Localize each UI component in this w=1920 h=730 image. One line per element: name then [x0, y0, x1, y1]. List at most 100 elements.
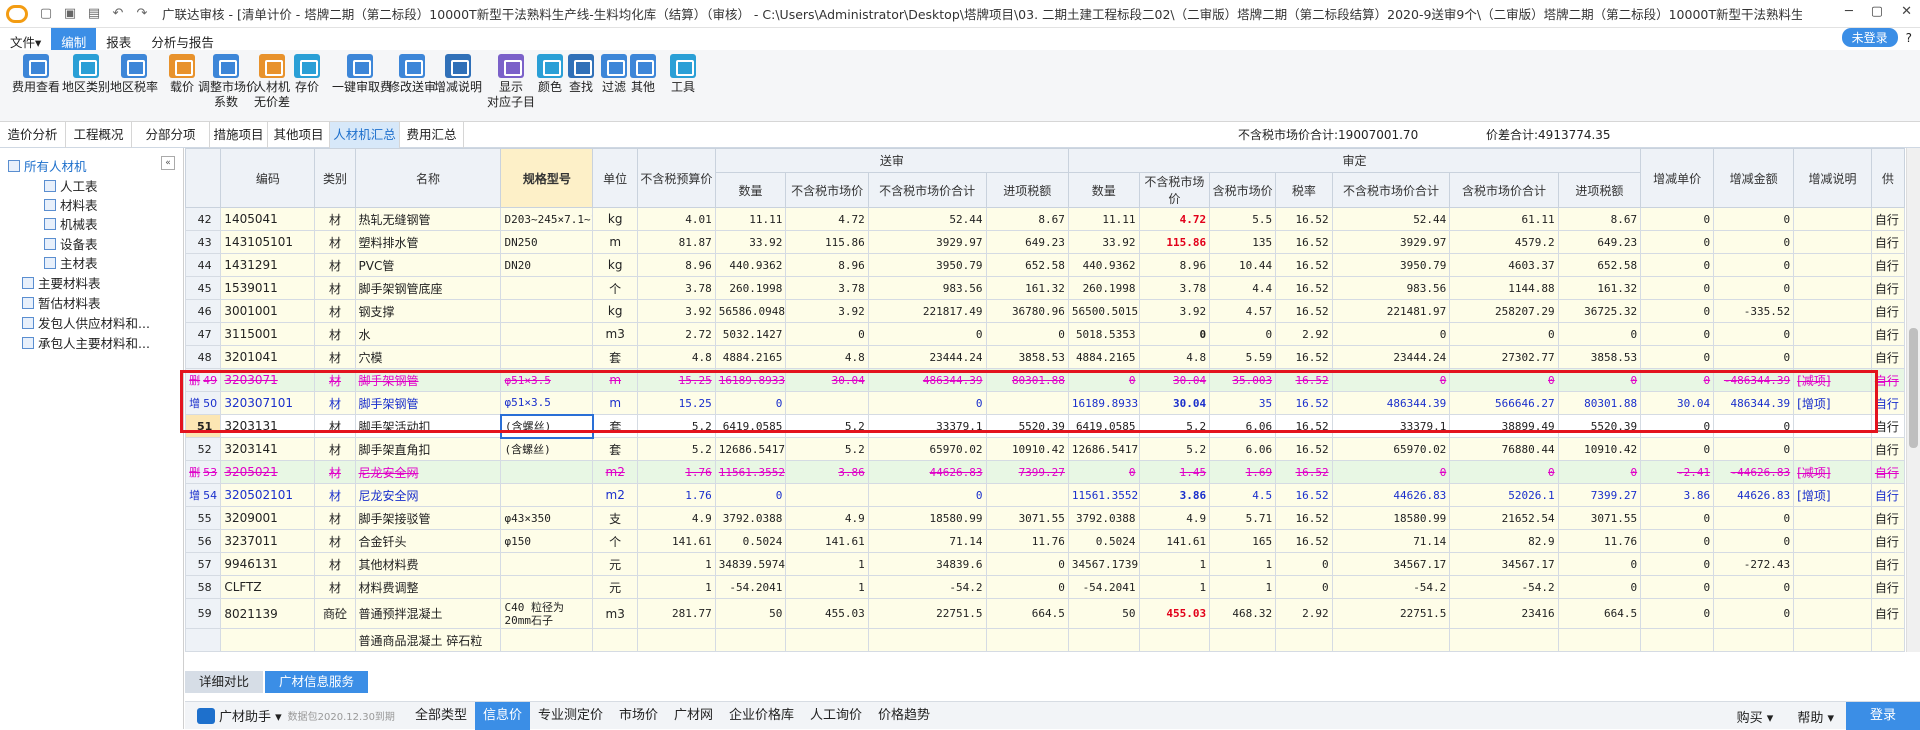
cell-atax[interactable]: 10910.42: [1557, 437, 1642, 461]
cell-aptax[interactable]: 4.5: [1209, 483, 1277, 507]
cell-rate[interactable]: 0: [1275, 575, 1333, 599]
row-number[interactable]: 42: [185, 207, 222, 231]
cell-da[interactable]: 0: [1713, 207, 1795, 231]
ribbon-btn-15[interactable]: 工具: [655, 54, 711, 95]
cell-unit[interactable]: 个: [592, 529, 639, 553]
cell-spec[interactable]: [500, 322, 594, 346]
cell-stax[interactable]: 161.32: [985, 276, 1069, 300]
undo-icon[interactable]: ↶: [108, 6, 128, 21]
cell-spec[interactable]: (含螺丝): [500, 437, 594, 461]
cell-attax[interactable]: 566646.27: [1449, 391, 1559, 415]
cell-name[interactable]: 尼龙安全网: [354, 460, 502, 484]
cell-sup[interactable]: 自行: [1870, 437, 1906, 461]
cell-at[interactable]: 0: [1331, 460, 1451, 484]
cell-unit[interactable]: 套: [592, 414, 639, 438]
cell-st[interactable]: 983.56: [867, 276, 987, 300]
sub-col-header-7[interactable]: 税率: [1275, 172, 1333, 208]
cell-sq[interactable]: -54.2041: [714, 575, 787, 599]
cell-ap[interactable]: 30.04: [1138, 368, 1211, 392]
cell-budget[interactable]: 4.9: [637, 506, 716, 530]
cell-cat[interactable]: 材: [314, 230, 356, 254]
cell-code[interactable]: 3205021: [220, 460, 316, 484]
cell-aptax[interactable]: 468.32: [1209, 598, 1277, 629]
cell-ap[interactable]: 8.96: [1138, 253, 1211, 277]
cell-spec[interactable]: φ51×3.5: [500, 391, 594, 415]
cell-at[interactable]: 3929.97: [1331, 230, 1451, 254]
tab-6[interactable]: 费用汇总: [400, 122, 464, 148]
cell-unit[interactable]: kg: [592, 299, 639, 323]
cell-unit[interactable]: m: [592, 368, 639, 392]
cell-da[interactable]: 0: [1713, 529, 1795, 553]
cell-stax[interactable]: 0: [985, 322, 1069, 346]
save-icon[interactable]: ▤: [84, 6, 104, 21]
row-number[interactable]: 48: [185, 345, 222, 369]
cell-spec[interactable]: φ150: [500, 529, 594, 553]
table-row[interactable]: 46 3001001 材钢支撑 kg 3.92 56586.0948 3.92 221817.…: [185, 299, 1906, 323]
cell-sq[interactable]: 11561.3552: [714, 460, 787, 484]
cell-rate[interactable]: 16.52: [1275, 529, 1333, 553]
tree-node-0[interactable]: 所有人材机: [8, 156, 87, 175]
cell-stax[interactable]: 36780.96: [985, 299, 1069, 323]
cell-aq[interactable]: 3792.0388: [1067, 506, 1140, 530]
cell-dp[interactable]: 0: [1640, 506, 1715, 530]
table-row[interactable]: 45 1539011 材脚手架钢管底座个 3.78 260.1998 3.78 983.56…: [185, 276, 1906, 300]
menu-report[interactable]: 报表: [96, 28, 141, 50]
cell-dp[interactable]: 0: [1640, 230, 1715, 254]
cell-name[interactable]: 脚手架钢管: [354, 368, 502, 392]
cell-aptax[interactable]: 6.06: [1209, 414, 1277, 438]
cell-dp[interactable]: 30.04: [1640, 391, 1715, 415]
table-row[interactable]: 56 3237011 材合金钎头 φ150 个 141.61 0.5024 141.61 71.…: [185, 529, 1906, 553]
row-number[interactable]: [185, 628, 222, 652]
cell-sp[interactable]: 115.86: [785, 230, 869, 254]
cell-atax[interactable]: 80301.88: [1557, 391, 1642, 415]
cell-cat[interactable]: 材: [314, 506, 356, 530]
cell-da[interactable]: 0: [1713, 437, 1795, 461]
cell-da[interactable]: 0: [1713, 276, 1795, 300]
tree-node-7[interactable]: 暂估材料表: [22, 293, 101, 312]
cell-aptax[interactable]: 4.57: [1209, 299, 1277, 323]
ribbon-btn-0[interactable]: 费用查看: [8, 54, 64, 95]
cell-code[interactable]: 320502101: [220, 483, 316, 507]
cell-spec[interactable]: (含螺丝): [499, 413, 594, 439]
row-number[interactable]: 增 54: [185, 483, 222, 507]
cell-rate[interactable]: 0: [1275, 552, 1333, 576]
cell-budget[interactable]: 5.2: [637, 437, 716, 461]
cell-ap[interactable]: 1: [1138, 552, 1211, 576]
cell-atax[interactable]: 0: [1557, 322, 1642, 346]
sub-col-header-6[interactable]: 含税市场价: [1209, 172, 1277, 208]
cell-note[interactable]: [1793, 575, 1872, 599]
cell-cat[interactable]: 材: [314, 575, 356, 599]
cell-aptax[interactable]: 165: [1209, 529, 1277, 553]
cell-spec[interactable]: DN250: [500, 230, 594, 254]
cell-aptax[interactable]: 5.71: [1209, 506, 1277, 530]
cell-dp[interactable]: 0: [1640, 368, 1715, 392]
sub-col-header-2[interactable]: 不含税市场价合计: [867, 172, 987, 208]
cell-stax[interactable]: 80301.88: [985, 368, 1069, 392]
cell-atax[interactable]: 8.67: [1557, 207, 1642, 231]
cell-ap[interactable]: 455.03: [1138, 598, 1211, 629]
cell-rate[interactable]: 16.52: [1275, 368, 1333, 392]
minimize-button[interactable]: ─: [1845, 4, 1853, 19]
close-button[interactable]: ✕: [1901, 4, 1912, 19]
cell-dp[interactable]: 0: [1640, 276, 1715, 300]
cell-note[interactable]: [1793, 529, 1872, 553]
cell-sp[interactable]: 5.2: [785, 437, 869, 461]
cell-aptax[interactable]: 0: [1209, 322, 1277, 346]
cell-sp[interactable]: 141.61: [785, 529, 869, 553]
cell-aptax[interactable]: 35.003: [1209, 368, 1277, 392]
cell-sq[interactable]: 0: [714, 483, 787, 507]
cell-budget[interactable]: 8.96: [637, 253, 716, 277]
cell-sp[interactable]: 8.96: [785, 253, 869, 277]
cell-cat[interactable]: 材: [314, 437, 356, 461]
collapse-panel-button[interactable]: «: [161, 156, 175, 170]
sub-col-header-3[interactable]: 进项税额: [985, 172, 1069, 208]
price-source-4[interactable]: 广材网: [666, 702, 721, 730]
cell-unit[interactable]: m: [592, 230, 639, 254]
cell-cat[interactable]: 材: [314, 322, 356, 346]
col-name-header[interactable]: 名称: [354, 148, 502, 208]
cell-aq[interactable]: 33.92: [1067, 230, 1140, 254]
cell-sq[interactable]: 5032.1427: [714, 322, 787, 346]
row-number[interactable]: 删 53: [185, 460, 222, 484]
cell-ap[interactable]: 115.86: [1138, 230, 1211, 254]
cell-stax[interactable]: 652.58: [985, 253, 1069, 277]
